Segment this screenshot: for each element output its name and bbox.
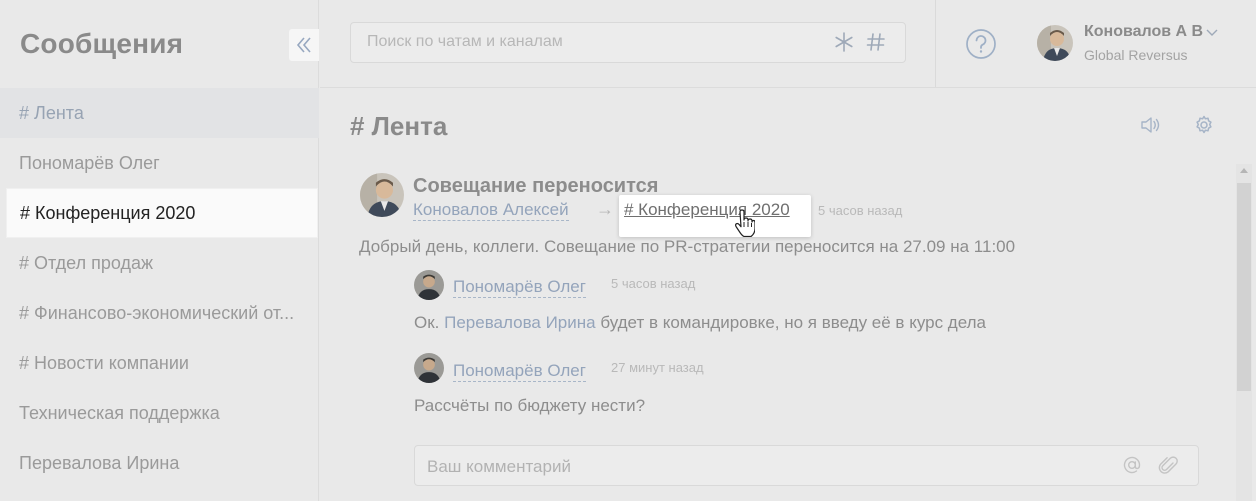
channel-list: # Лента Пономарёв Олег # Конференция 202… xyxy=(0,88,319,488)
scroll-up-arrow-icon[interactable] xyxy=(1240,168,1248,173)
reply-text: Ок. Перевалова Ирина будет в командировк… xyxy=(414,313,986,333)
collapse-sidebar-button[interactable] xyxy=(289,29,319,61)
sidebar-item-conference-2020[interactable]: # Конференция 2020 xyxy=(6,188,318,238)
reply-author-link[interactable]: Пономарёв Олег xyxy=(453,361,586,382)
search-input[interactable] xyxy=(367,33,827,51)
post-author-link[interactable]: Коновалов Алексей xyxy=(413,200,569,221)
asterisk-icon[interactable] xyxy=(833,31,855,53)
mention-at-icon[interactable] xyxy=(1122,455,1142,475)
arrow-right-icon: → xyxy=(596,199,614,219)
reply-text: Рассчёты по бюджету нести? xyxy=(414,396,646,415)
sidebar-item-sales[interactable]: # Отдел продаж xyxy=(0,238,319,288)
comment-box[interactable] xyxy=(414,445,1199,486)
search-box[interactable] xyxy=(350,22,906,63)
post-time: 5 часов назад xyxy=(818,203,903,218)
reply-text-suffix: будет в командировке, но я введу её в ку… xyxy=(600,313,986,332)
reply-author-link[interactable]: Пономарёв Олег xyxy=(453,277,586,298)
post-author-avatar[interactable] xyxy=(360,173,404,217)
user-avatar[interactable] xyxy=(1037,25,1073,61)
sidebar-item-lenta[interactable]: # Лента xyxy=(0,88,319,138)
channel-header-divider xyxy=(320,87,1256,88)
sidebar-title: Сообщения xyxy=(20,28,184,59)
paperclip-icon[interactable] xyxy=(1158,454,1178,476)
user-name[interactable]: Коновалов А В xyxy=(1084,23,1203,41)
sidebar-item-perevalova[interactable]: Перевалова Ирина xyxy=(0,438,319,488)
speaker-icon[interactable] xyxy=(1139,115,1161,135)
user-organization: Global Reversus xyxy=(1084,47,1188,63)
comment-input[interactable] xyxy=(427,457,1107,477)
sidebar-item-ponomarev[interactable]: Пономарёв Олег xyxy=(0,138,319,188)
scrollbar-thumb[interactable] xyxy=(1237,183,1251,391)
sidebar-item-news[interactable]: # Новости компании xyxy=(0,338,319,388)
header-divider xyxy=(935,0,936,87)
chevron-down-icon[interactable] xyxy=(1206,28,1218,38)
reply-author-avatar[interactable] xyxy=(414,353,444,383)
mention-link[interactable]: Перевалова Ирина xyxy=(444,313,595,332)
post-channel-link[interactable]: # Конференция 2020 xyxy=(624,199,790,221)
gear-icon[interactable] xyxy=(1193,114,1215,136)
sidebar-item-support[interactable]: Техническая поддержка xyxy=(0,388,319,438)
reply-text-prefix: Ок. xyxy=(414,313,440,332)
help-icon[interactable] xyxy=(965,28,997,60)
reply-author-avatar[interactable] xyxy=(414,270,444,300)
sidebar-item-finance[interactable]: # Финансово-экономический от... xyxy=(0,288,319,338)
hand-cursor-icon xyxy=(735,209,755,237)
reply-time: 5 часов назад xyxy=(611,276,696,291)
reply-time: 27 минут назад xyxy=(611,360,704,375)
sidebar: Сообщения # Лента Пономарёв Олег # Конфе… xyxy=(0,0,319,501)
double-chevron-left-icon xyxy=(296,37,311,53)
post-text: Добрый день, коллеги. Совещание по PR-ст… xyxy=(359,237,1016,256)
channel-title: # Лента xyxy=(350,111,448,141)
hash-icon[interactable] xyxy=(866,31,886,53)
